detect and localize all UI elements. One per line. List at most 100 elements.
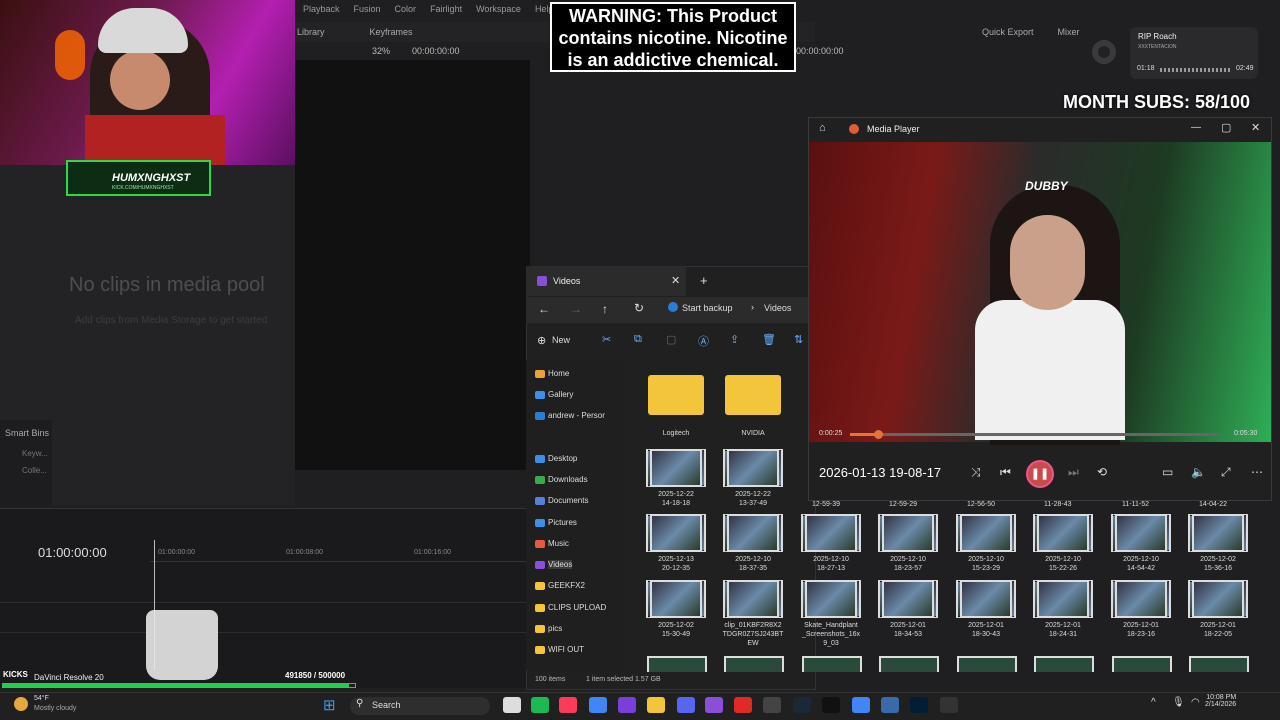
maximize-icon[interactable]: ▢: [1221, 121, 1231, 134]
wifi-icon[interactable]: ◠: [1191, 697, 1200, 708]
up-icon[interactable]: ↑: [602, 302, 608, 316]
video-file-item[interactable]: 2025-12-01 18-30-43: [955, 580, 1017, 639]
record-icon[interactable]: [734, 697, 752, 713]
video-file-item[interactable]: 2025-12-10 18-27-13: [800, 514, 862, 573]
share-icon[interactable]: ⇪: [730, 333, 739, 346]
menu-item[interactable]: Fusion: [354, 4, 381, 14]
nav-item-clips-upload[interactable]: CLIPS UPLOAD: [548, 603, 606, 612]
video-thumbnail[interactable]: [802, 656, 862, 672]
nav-item-downloads[interactable]: Downloads: [548, 475, 588, 484]
nav-item-home[interactable]: Home: [548, 369, 569, 378]
chevron-up-icon[interactable]: ^: [1151, 697, 1156, 708]
timeline-track[interactable]: [0, 605, 530, 633]
file-icon[interactable]: [503, 697, 521, 713]
video-thumbnail[interactable]: [1034, 656, 1094, 672]
minimize-icon[interactable]: —: [1191, 122, 1201, 133]
weather-temp[interactable]: 54°F: [34, 695, 49, 702]
fullscreen-icon[interactable]: ⤢: [1221, 465, 1231, 480]
nav-item-geekfx2[interactable]: GEEKFX2: [548, 581, 585, 590]
video-file-item[interactable]: Skate_Handplant _Screenshots_16x 9_03: [800, 580, 862, 648]
start-icon[interactable]: ⊞: [323, 696, 336, 714]
obs-icon[interactable]: [763, 697, 781, 713]
nav-item-wifi-out[interactable]: WIFI OUT: [548, 645, 584, 654]
video-file-item[interactable]: 2025-12-10 15-22-26: [1032, 514, 1094, 573]
previous-icon[interactable]: ⏮: [1000, 465, 1011, 480]
photoshop-icon[interactable]: [910, 697, 928, 713]
davinci-icon[interactable]: [940, 697, 958, 713]
volume-icon[interactable]: 🔈: [1191, 465, 1206, 479]
keyframes-tab[interactable]: Keyframes: [370, 27, 413, 37]
nav-item-gallery[interactable]: Gallery: [548, 390, 573, 399]
app-icon[interactable]: [618, 697, 636, 713]
video-file-item[interactable]: 2025-12-01 18-24-31: [1032, 580, 1094, 639]
video-file-item[interactable]: 2025-12-01 18-22-05: [1187, 580, 1249, 639]
smart-bin-item[interactable]: Colle...: [22, 466, 47, 475]
clock[interactable]: 10:08 PM 2/14/2026: [1205, 694, 1236, 708]
explorer-tab[interactable]: [526, 266, 686, 296]
cut-icon[interactable]: ✂: [602, 333, 611, 346]
menu-item[interactable]: Color: [395, 4, 417, 14]
nav-item-andrew-persor[interactable]: andrew - Persor: [548, 411, 605, 420]
video-thumbnail[interactable]: [647, 656, 707, 672]
chrome-icon[interactable]: [852, 697, 870, 713]
pause-button[interactable]: ❚❚: [1026, 460, 1054, 488]
discord-icon[interactable]: [677, 697, 695, 713]
video-file-item[interactable]: 2025-12-02 15-36-16: [1187, 514, 1249, 573]
library-tab[interactable]: Library: [297, 27, 325, 37]
video-file-item[interactable]: 2025-12-10 14-54-42: [1110, 514, 1172, 573]
video-file-item[interactable]: 2025-12-01 18-34-53: [877, 580, 939, 639]
home-icon[interactable]: ⌂: [819, 122, 826, 134]
chrome-icon[interactable]: [589, 697, 607, 713]
nav-item-music[interactable]: Music: [548, 539, 569, 548]
file-name[interactable]: 12-56-50: [967, 501, 995, 508]
repeat-icon[interactable]: ⟲: [1097, 465, 1107, 479]
video-thumbnail[interactable]: [957, 656, 1017, 672]
seek-bar[interactable]: [850, 433, 1220, 436]
folder-icon[interactable]: [647, 697, 665, 713]
sort-icon[interactable]: ⇅: [794, 333, 803, 346]
nav-item-pictures[interactable]: Pictures: [548, 518, 577, 527]
video-file-item[interactable]: 2025-12-10 18-23-57: [877, 514, 939, 573]
breadcrumb-videos[interactable]: Videos: [764, 303, 791, 313]
nav-item-documents[interactable]: Documents: [548, 496, 588, 505]
menu-item[interactable]: Fairlight: [430, 4, 462, 14]
timeline-ruler[interactable]: 01:00:00:00 01:00:08:00 01:00:16:00: [150, 540, 530, 562]
refresh-icon[interactable]: ↻: [634, 301, 644, 315]
forward-icon[interactable]: →: [570, 302, 582, 316]
weather-desc[interactable]: Mostly cloudy: [34, 705, 76, 712]
file-name[interactable]: 12-59-39: [812, 501, 840, 508]
nav-item-pics[interactable]: pics: [548, 624, 562, 633]
new-button[interactable]: New: [552, 335, 570, 345]
video-file-item[interactable]: 2025-12-22 14-18-18: [645, 449, 707, 508]
smart-bin-item[interactable]: Keyw...: [22, 449, 48, 458]
quick-export-button[interactable]: Quick Export: [982, 27, 1034, 37]
rename-icon[interactable]: Ⓐ: [698, 333, 709, 349]
video-file-item[interactable]: 2025-12-02 15-30-49: [645, 580, 707, 639]
file-name[interactable]: 14-04-22: [1199, 501, 1227, 508]
more-options-icon[interactable]: ⋯: [1251, 465, 1263, 479]
taskbar-search[interactable]: Search: [350, 697, 490, 715]
back-icon[interactable]: ←: [538, 302, 550, 316]
next-icon[interactable]: ⏭: [1068, 465, 1079, 480]
zoom-level[interactable]: 32%: [372, 46, 390, 56]
weather-icon[interactable]: [14, 697, 28, 711]
app-icon[interactable]: [881, 697, 899, 713]
close-tab-icon[interactable]: ✕: [671, 274, 680, 287]
mic-icon[interactable]: 🎙: [1172, 697, 1185, 708]
file-name[interactable]: 11-11-52: [1122, 501, 1149, 508]
file-name[interactable]: 11-28-43: [1044, 501, 1072, 508]
music-icon[interactable]: [559, 697, 577, 713]
mixer-tab[interactable]: Mixer: [1058, 27, 1080, 37]
miniplayer-icon[interactable]: ▭: [1162, 465, 1173, 479]
close-icon[interactable]: ✕: [1251, 121, 1260, 134]
timeline-track[interactable]: [0, 575, 530, 603]
video-file-item[interactable]: 2025-12-01 18-23-16: [1110, 580, 1172, 639]
paste-icon[interactable]: ▢: [666, 333, 676, 346]
capcut-icon[interactable]: [822, 697, 840, 713]
address-bar[interactable]: ← → ↑ ↻ Start backup › Videos: [526, 297, 816, 323]
video-file-item[interactable]: 2025-12-13 20-12-35: [645, 514, 707, 573]
new-plus-icon[interactable]: ⊕: [537, 334, 546, 347]
video-thumbnail[interactable]: [879, 656, 939, 672]
video-thumbnail[interactable]: [724, 656, 784, 672]
copy-icon[interactable]: ⧉: [634, 333, 642, 346]
